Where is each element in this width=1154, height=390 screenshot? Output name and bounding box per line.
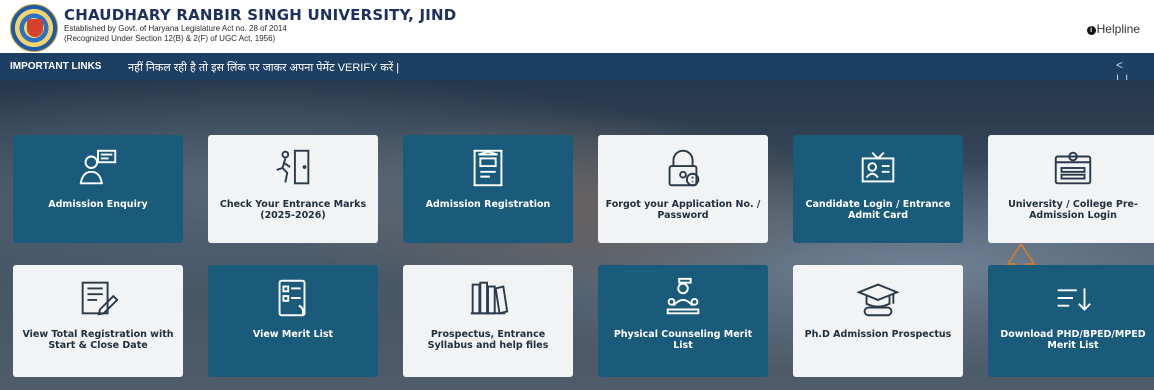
- registration-icon: [465, 145, 511, 191]
- tile-admission-enquiry[interactable]: Admission Enquiry: [13, 135, 183, 243]
- tile-prospectus-syllabus[interactable]: Prospectus, Entrance Syllabus and help f…: [403, 265, 573, 377]
- enquiry-icon: [75, 145, 121, 191]
- tile-label: Forgot your Application No. / Password: [605, 199, 761, 221]
- hero-background: Admission Enquiry Check Your Entrance Ma…: [0, 80, 1154, 390]
- tile-admission-registration[interactable]: Admission Registration: [403, 135, 573, 243]
- tile-check-entrance-marks[interactable]: Check Your Entrance Marks (2025-2026): [208, 135, 378, 243]
- tile-label: View Merit List: [252, 329, 334, 340]
- tile-label: Candidate Login / Entrance Admit Card: [805, 199, 951, 221]
- ticker-text[interactable]: नहीं निकल रही है तो इस लिंक पर जाकर अपना…: [128, 60, 399, 75]
- site-header: CHAUDHARY RANBIR SINGH UNIVERSITY, JIND …: [0, 0, 1154, 53]
- tile-candidate-login[interactable]: Candidate Login / Entrance Admit Card: [793, 135, 963, 243]
- tile-physical-counseling[interactable]: Physical Counseling Merit List: [598, 265, 768, 377]
- lock-icon: [660, 145, 706, 191]
- helpline-link[interactable]: i Helpline: [1086, 22, 1140, 36]
- tile-label: Ph.D Admission Prospectus: [804, 329, 952, 340]
- tile-label: Prospectus, Entrance Syllabus and help f…: [427, 329, 549, 351]
- counseling-icon: [660, 275, 706, 321]
- university-name: CHAUDHARY RANBIR SINGH UNIVERSITY, JIND: [64, 6, 457, 24]
- tile-view-merit-list[interactable]: View Merit List: [208, 265, 378, 377]
- tile-forgot-application[interactable]: Forgot your Application No. / Password: [598, 135, 768, 243]
- university-logo[interactable]: [10, 4, 58, 52]
- tile-label: Download PHD/BPED/MPED Merit List: [1000, 329, 1146, 351]
- books-icon: [465, 275, 511, 321]
- tile-label: Admission Enquiry: [48, 199, 148, 210]
- merit-list-icon: [270, 275, 316, 321]
- download-list-icon: [1050, 275, 1096, 321]
- tile-label: Admission Registration: [425, 199, 551, 210]
- important-links-ticker: IMPORTANT LINKS नहीं निकल रही है तो इस ल…: [0, 53, 1154, 86]
- tile-phd-prospectus[interactable]: Ph.D Admission Prospectus: [793, 265, 963, 377]
- tile-label: View Total Registration with Start & Clo…: [22, 329, 174, 351]
- edit-document-icon: [75, 275, 121, 321]
- exit-door-icon: [270, 145, 316, 191]
- tile-pre-admission-login[interactable]: University / College Pre-Admission Login: [988, 135, 1154, 243]
- ticker-label: IMPORTANT LINKS: [10, 61, 102, 72]
- graduation-cap-icon: [855, 275, 901, 321]
- login-icon: [1050, 145, 1096, 191]
- admit-card-icon: [855, 145, 901, 191]
- university-subtitle-act: Established by Govt. of Haryana Legislat…: [64, 24, 287, 33]
- info-icon: i: [1086, 26, 1096, 35]
- tile-label: Check Your Entrance Marks (2025-2026): [219, 199, 367, 221]
- tile-view-total-registration[interactable]: View Total Registration with Start & Clo…: [13, 265, 183, 377]
- university-subtitle-ugc: (Recognized Under Section 12(B) & 2(F) o…: [64, 34, 276, 43]
- tile-label: Physical Counseling Merit List: [613, 329, 753, 351]
- helpline-label: Helpline: [1096, 22, 1140, 36]
- tile-download-merit-list[interactable]: Download PHD/BPED/MPED Merit List: [988, 265, 1154, 377]
- tile-label: University / College Pre-Admission Login: [1008, 199, 1138, 221]
